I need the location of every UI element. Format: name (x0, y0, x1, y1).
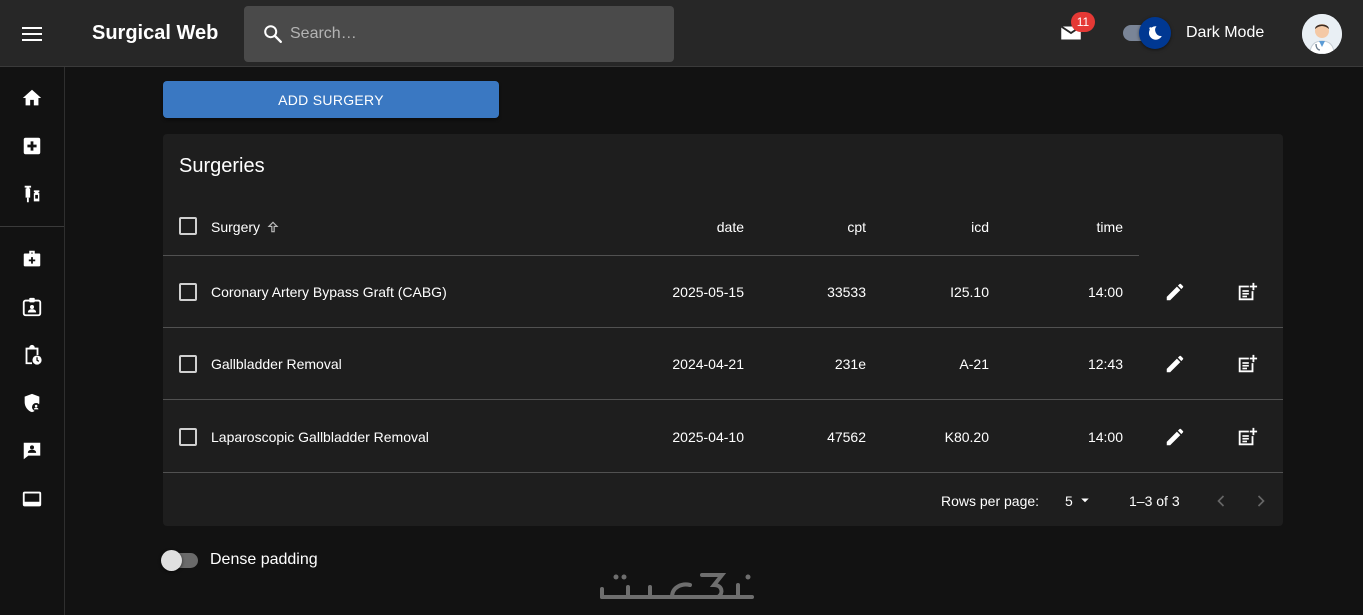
edit-button[interactable] (1162, 424, 1188, 450)
contact-card-icon (23, 442, 41, 460)
rows-per-page-select[interactable]: 5 (1065, 493, 1073, 509)
cell-date: 2024-04-21 (672, 356, 744, 372)
row-checkbox[interactable] (179, 428, 197, 446)
pencil-icon (1166, 355, 1184, 373)
search-box[interactable] (244, 6, 674, 62)
column-header-surgery[interactable]: Surgery (211, 219, 280, 235)
cell-time: 14:00 (1087, 429, 1123, 445)
cell-date: 2025-05-15 (672, 284, 744, 300)
table-row[interactable]: Gallbladder Removal 2024-04-21 231e A-21… (163, 328, 1283, 400)
rows-per-page-label: Rows per page: (941, 493, 1040, 509)
column-header-icd[interactable]: icd (889, 219, 989, 235)
edit-button[interactable] (1162, 279, 1188, 305)
sidebar-divider (0, 226, 64, 227)
medical-plus-icon (23, 137, 41, 155)
add-note-button[interactable] (1234, 351, 1260, 377)
sidebar-item-home[interactable] (20, 86, 44, 110)
prev-page-button[interactable] (1209, 489, 1233, 513)
cell-date: 2025-04-10 (672, 429, 744, 445)
cell-surgery: Gallbladder Removal (211, 356, 342, 372)
sidebar-item-vaccines[interactable] (20, 182, 44, 206)
column-header-date[interactable]: date (644, 219, 744, 235)
app-title: Surgical Web (92, 22, 219, 44)
sidebar-item-display[interactable] (20, 487, 44, 511)
table-title: Surgeries (179, 155, 265, 177)
row-checkbox[interactable] (179, 355, 197, 373)
search-input[interactable] (290, 6, 660, 62)
surgeries-card: Surgeries Surgery date cpt icd time Coro… (163, 134, 1283, 526)
medical-bag-icon (23, 250, 41, 267)
sidebar-item-schedule[interactable] (20, 343, 44, 367)
note-add-icon (1238, 427, 1258, 446)
pencil-icon (1166, 428, 1184, 446)
menu-icon[interactable] (18, 20, 46, 48)
add-surgery-button[interactable]: ADD SURGERY (163, 81, 499, 118)
dense-padding-label: Dense padding (210, 551, 318, 568)
cell-cpt: 47562 (827, 429, 866, 445)
cell-icd: A-21 (959, 356, 989, 372)
search-icon (262, 23, 284, 50)
theme-switch[interactable] (1139, 17, 1171, 49)
avatar[interactable] (1302, 14, 1342, 54)
sort-arrow-up-icon[interactable] (266, 220, 280, 234)
moon-icon (1148, 26, 1162, 40)
watermark-logo (598, 563, 764, 607)
monitor-icon (22, 491, 42, 507)
cell-cpt: 33533 (827, 284, 866, 300)
home-icon (22, 89, 42, 106)
select-all-checkbox[interactable] (179, 217, 197, 235)
sidebar-item-medical-bag[interactable] (20, 247, 44, 271)
next-page-button[interactable] (1249, 489, 1273, 513)
shield-person-icon (24, 393, 41, 413)
pagination: Rows per page: 5 1–3 of 3 (163, 474, 1283, 526)
cell-time: 14:00 (1087, 284, 1123, 300)
clipboard-clock-icon (25, 344, 42, 365)
sidebar-item-contacts[interactable] (20, 439, 44, 463)
add-note-button[interactable] (1234, 424, 1260, 450)
sidebar-item-badge[interactable] (20, 295, 44, 319)
chevron-left-icon (1217, 495, 1225, 507)
badge-icon (22, 297, 42, 317)
table-row[interactable]: Coronary Artery Bypass Graft (CABG) 2025… (163, 256, 1283, 328)
cell-surgery: Coronary Artery Bypass Graft (CABG) (211, 284, 447, 300)
sidebar (0, 67, 65, 615)
column-header-time[interactable]: time (1023, 219, 1123, 235)
cell-surgery: Laparoscopic Gallbladder Removal (211, 429, 429, 445)
theme-label: Dark Mode (1186, 24, 1265, 41)
chevron-right-icon (1257, 495, 1265, 507)
sidebar-item-admin[interactable] (20, 391, 44, 415)
cell-icd: K80.20 (944, 429, 989, 445)
add-note-button[interactable] (1234, 279, 1260, 305)
edit-button[interactable] (1162, 351, 1188, 377)
note-add-icon (1238, 282, 1258, 301)
vaccines-icon (24, 185, 40, 203)
row-checkbox[interactable] (179, 283, 197, 301)
mail-badge: 11 (1071, 12, 1095, 32)
column-header-cpt[interactable]: cpt (766, 219, 866, 235)
cell-cpt: 231e (834, 356, 866, 372)
note-add-icon (1238, 354, 1258, 373)
dense-padding-switch[interactable] (161, 550, 182, 571)
app-bar: Surgical Web 11 Dark Mode (0, 0, 1363, 67)
cell-icd: I25.10 (950, 284, 989, 300)
caret-down-icon[interactable] (1076, 491, 1094, 514)
cell-time: 12:43 (1087, 356, 1123, 372)
sidebar-item-medical[interactable] (20, 134, 44, 158)
page-range: 1–3 of 3 (1129, 493, 1180, 509)
table-row[interactable]: Laparoscopic Gallbladder Removal 2025-04… (163, 401, 1283, 473)
pencil-icon (1166, 283, 1184, 301)
doctor-avatar-icon (1302, 14, 1342, 54)
